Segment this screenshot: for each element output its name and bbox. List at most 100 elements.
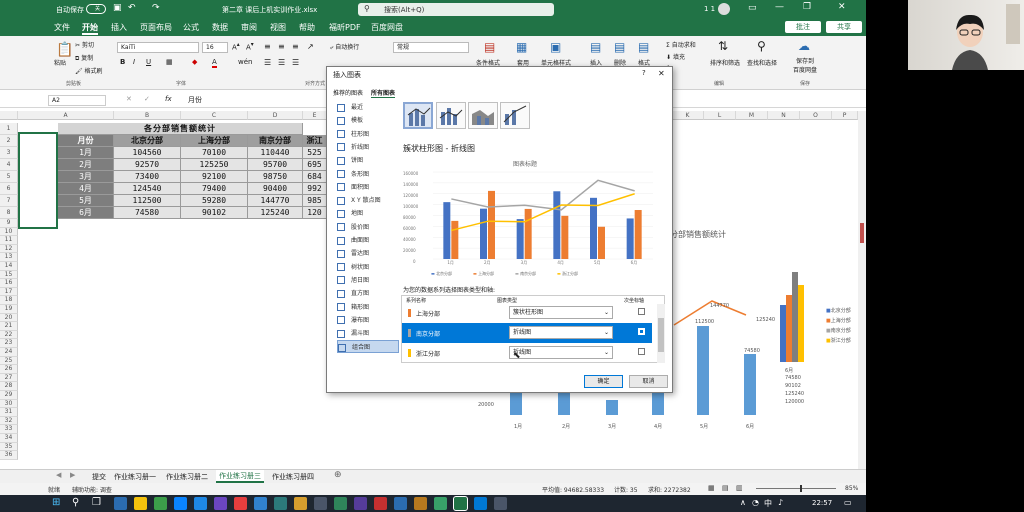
- value-cell[interactable]: 525: [303, 147, 327, 159]
- minimize-icon[interactable]: —: [775, 2, 784, 12]
- chart-type-item[interactable]: 饼图: [337, 154, 399, 167]
- chart-type-item[interactable]: 折线图: [337, 141, 399, 154]
- cut-button[interactable]: ✂ 剪切: [75, 40, 94, 49]
- series-row-shanghai[interactable]: 上海分部 簇状柱形图 ⌄: [402, 303, 652, 323]
- table-header-cell[interactable]: 月份: [58, 135, 114, 147]
- align-top-icon[interactable]: ≡: [264, 42, 271, 51]
- column-header-p[interactable]: P: [832, 111, 858, 120]
- select-all-corner[interactable]: [0, 111, 18, 120]
- column-header-c[interactable]: C: [181, 111, 248, 120]
- value-cell[interactable]: 684: [303, 171, 327, 183]
- save-icon[interactable]: ▣: [113, 3, 122, 13]
- menu-file[interactable]: 文件: [54, 22, 70, 33]
- taskbar-app-icon[interactable]: [174, 497, 187, 510]
- row-header[interactable]: 21: [0, 322, 18, 331]
- row-header[interactable]: 10: [0, 227, 18, 237]
- taskbar-app-icon[interactable]: [494, 497, 507, 510]
- cloud-save-icon[interactable]: ☁: [798, 39, 810, 53]
- column-header-l[interactable]: L: [704, 111, 736, 120]
- tab-scroll-left-icon[interactable]: ◀: [56, 471, 61, 479]
- normal-view-icon[interactable]: ▦: [708, 484, 715, 492]
- table-header-cell[interactable]: 上海分部: [181, 135, 248, 147]
- row-header[interactable]: 19: [0, 305, 18, 314]
- font-color-icon[interactable]: A: [212, 58, 217, 68]
- table-header-cell[interactable]: 南京分部: [248, 135, 303, 147]
- format-painter-button[interactable]: 🖌 格式刷: [75, 66, 103, 75]
- align-middle-icon[interactable]: ≡: [278, 42, 285, 51]
- table-header-cell[interactable]: 浙江: [303, 135, 327, 147]
- sheet-tab-active[interactable]: 作业练习册三: [216, 470, 264, 483]
- chart-type-item[interactable]: 直方图: [337, 287, 399, 300]
- row-header[interactable]: 27: [0, 373, 18, 383]
- chart-subtype-custom-combo[interactable]: [500, 102, 530, 129]
- windows-start-icon[interactable]: ⊞: [52, 497, 60, 508]
- autosave-toggle[interactable]: 关: [86, 4, 106, 14]
- chart-type-item[interactable]: 树状图: [337, 261, 399, 274]
- dialog-help-icon[interactable]: ?: [642, 69, 646, 77]
- sort-filter-icon[interactable]: ⇅: [718, 39, 728, 53]
- row-header[interactable]: 5: [0, 171, 18, 183]
- chart-type-item[interactable]: 旭日图: [337, 274, 399, 287]
- conditional-format-icon[interactable]: ▤: [484, 40, 495, 54]
- sheet-tab[interactable]: 作业练习册二: [166, 472, 208, 482]
- name-box[interactable]: A2: [48, 95, 106, 106]
- value-cell[interactable]: 79400: [181, 183, 248, 195]
- menu-review[interactable]: 审阅: [241, 22, 257, 33]
- autosum-button[interactable]: Σ 自动求和: [666, 40, 696, 49]
- search-box[interactable]: ⚲ 搜索(Alt+Q): [358, 3, 554, 16]
- maximize-icon[interactable]: ❐: [803, 2, 811, 12]
- chart-subtype-clustered-line-secondary[interactable]: [436, 102, 466, 129]
- chart-type-item[interactable]: 最近: [337, 101, 399, 114]
- chart-subtype-clustered-line[interactable]: [403, 102, 433, 129]
- network-icon[interactable]: ◔: [752, 498, 759, 507]
- row-header[interactable]: 16: [0, 279, 18, 288]
- series-row-zhejiang[interactable]: 浙江分部 折线图 ⌄: [402, 343, 652, 363]
- row-header[interactable]: 28: [0, 382, 18, 391]
- format-as-table-icon[interactable]: ▦: [516, 40, 527, 54]
- month-cell[interactable]: 4月: [58, 183, 114, 195]
- align-center-icon[interactable]: ☰: [278, 58, 285, 67]
- chart-subtype-stacked-area-column[interactable]: [468, 102, 498, 129]
- menu-foxit-pdf[interactable]: 福昕PDF: [329, 22, 361, 33]
- chart-type-item[interactable]: 柱形图: [337, 128, 399, 141]
- menu-page-layout[interactable]: 页面布局: [140, 22, 172, 33]
- row-header[interactable]: 15: [0, 270, 18, 280]
- value-cell[interactable]: 992: [303, 183, 327, 195]
- cancel-button[interactable]: 取消: [629, 375, 668, 388]
- taskbar-app-icon[interactable]: [254, 497, 267, 510]
- vertical-scrollbar[interactable]: [858, 111, 866, 469]
- taskbar-app-icon[interactable]: [294, 497, 307, 510]
- column-header-e[interactable]: E: [303, 111, 327, 120]
- taskbar-app-icon[interactable]: [394, 497, 407, 510]
- tab-scroll-right-icon[interactable]: ▶: [70, 471, 75, 479]
- find-select-icon[interactable]: ⚲: [757, 39, 766, 53]
- fill-color-icon[interactable]: ◆: [192, 58, 197, 66]
- ok-button[interactable]: 确定: [584, 375, 623, 388]
- column-header-b[interactable]: B: [114, 111, 181, 120]
- menu-formulas[interactable]: 公式: [183, 22, 199, 33]
- chart-type-item[interactable]: 漏斗图: [337, 327, 399, 340]
- value-cell[interactable]: 92570: [114, 159, 181, 171]
- task-view-icon[interactable]: ❐: [92, 497, 101, 508]
- ime-indicator[interactable]: 中: [764, 498, 772, 509]
- series-scrollbar[interactable]: [657, 304, 665, 363]
- value-cell[interactable]: 95700: [248, 159, 303, 171]
- align-left-icon[interactable]: ☰: [264, 58, 271, 67]
- redo-icon[interactable]: ↷: [152, 3, 160, 13]
- insert-cells-icon[interactable]: ▤: [590, 40, 601, 54]
- notification-icon[interactable]: ▭: [844, 498, 852, 507]
- number-format-select[interactable]: 常规: [393, 42, 469, 53]
- row-header[interactable]: 2: [0, 135, 18, 147]
- series-type-dropdown[interactable]: 簇状柱形图 ⌄: [509, 306, 613, 319]
- paste-icon[interactable]: 📋: [56, 42, 73, 58]
- row-header[interactable]: 22: [0, 330, 18, 340]
- value-cell[interactable]: 125240: [248, 207, 303, 219]
- value-cell[interactable]: 125250: [181, 159, 248, 171]
- series-type-dropdown[interactable]: 折线图 ⌄: [509, 326, 613, 339]
- value-cell[interactable]: 70100: [181, 147, 248, 159]
- save-to-cloud-label-1[interactable]: 保存到: [796, 56, 814, 65]
- series-row-nanjing[interactable]: 南京分部 折线图 ⌄: [402, 323, 652, 343]
- value-cell[interactable]: 90102: [181, 207, 248, 219]
- value-cell[interactable]: 92100: [181, 171, 248, 183]
- taskbar-app-icon[interactable]: [234, 497, 247, 510]
